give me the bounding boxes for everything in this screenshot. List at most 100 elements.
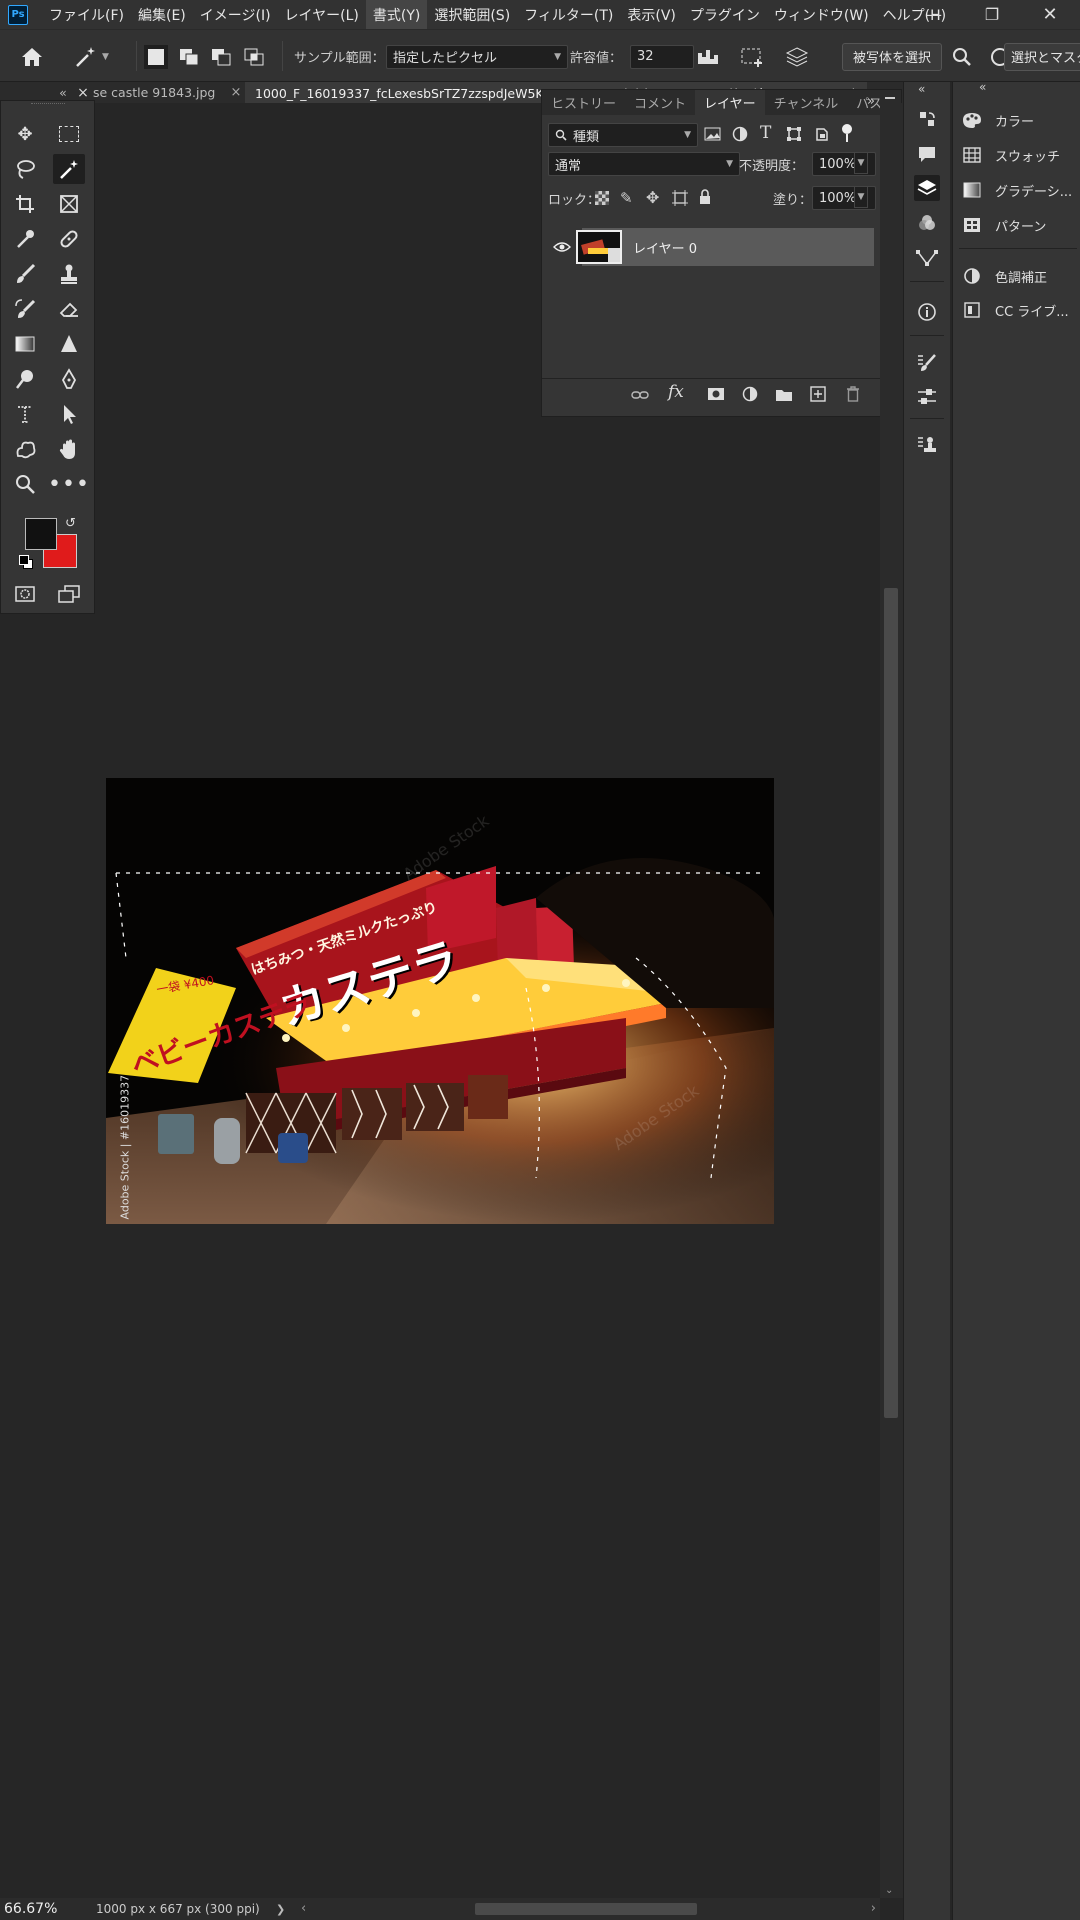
tab-layers[interactable]: レイヤー [695, 90, 765, 115]
scroll-right-icon[interactable]: › [871, 1901, 876, 1916]
intersect-selection-icon[interactable] [243, 30, 265, 83]
delete-layer-trash-icon[interactable] [846, 386, 860, 402]
crop-tool-icon[interactable] [9, 189, 41, 219]
hand-tool-icon[interactable] [53, 434, 85, 464]
panel-patterns[interactable]: パターン [961, 212, 1079, 238]
type-tool-icon[interactable] [9, 399, 41, 429]
menu-layer[interactable]: レイヤー(L) [278, 0, 366, 29]
lasso-tool-icon[interactable] [9, 154, 41, 184]
lock-all-icon[interactable] [698, 189, 712, 205]
clone-stamp-tool-icon[interactable] [53, 259, 85, 289]
panel-gradients[interactable]: グラデーシ... [961, 177, 1079, 203]
zoom-level[interactable]: 66.67% [0, 1901, 96, 1917]
search-icon[interactable] [952, 30, 972, 83]
lock-artboard-icon[interactable] [672, 190, 688, 206]
select-and-mask-button[interactable]: 選択とマスク... [1004, 42, 1080, 71]
tab-channels[interactable]: チャンネル [765, 90, 848, 115]
contiguous-icon[interactable] [740, 30, 768, 83]
menu-type[interactable]: 書式(Y) [365, 0, 428, 29]
home-icon[interactable] [20, 30, 44, 83]
brush-settings-icon[interactable] [914, 350, 940, 376]
vertical-scrollbar[interactable]: ⌄ [880, 103, 903, 1898]
menu-file[interactable]: ファイル(F) [42, 0, 131, 29]
dodge-tool-icon[interactable] [9, 364, 41, 394]
blur-tool-icon[interactable] [53, 329, 85, 359]
more-tools-icon[interactable]: ••• [48, 469, 89, 499]
healing-brush-tool-icon[interactable] [53, 224, 85, 254]
layer-style-fx-icon[interactable]: fx [668, 382, 684, 402]
fill-dropdown-icon[interactable]: ▼ [854, 186, 868, 208]
panel-swatches[interactable]: スウォッチ [961, 142, 1079, 168]
default-colors-icon[interactable] [19, 555, 33, 569]
horizontal-scrollbar[interactable]: ‹ › [293, 1898, 880, 1920]
move-tool-icon[interactable]: ✥ [9, 119, 41, 149]
tab-castle[interactable]: se castle 91843.jpg [93, 82, 233, 103]
select-subject-button[interactable]: 被写体を選択 [842, 42, 943, 71]
layer-filter-select[interactable]: 種類 ▼ [548, 123, 698, 147]
panel-color[interactable]: カラー [961, 107, 1079, 133]
scroll-left-icon[interactable]: ‹ [301, 1901, 306, 1916]
sample-all-layers-icon[interactable] [784, 30, 810, 83]
vertical-scrollbar-thumb[interactable] [884, 588, 898, 1418]
custom-shape-tool-icon[interactable] [9, 434, 41, 464]
new-layer-icon[interactable] [810, 386, 826, 402]
adjustment-layer-icon[interactable] [742, 386, 760, 402]
marquee-tool-icon[interactable] [53, 119, 85, 149]
menu-filter[interactable]: フィルター(T) [517, 0, 620, 29]
opacity-dropdown-icon[interactable]: ▼ [854, 152, 868, 174]
panel-adjustments[interactable]: 色調補正 [961, 263, 1079, 289]
path-selection-tool-icon[interactable] [53, 399, 85, 429]
link-layers-icon[interactable] [631, 387, 649, 405]
screen-mode-icon[interactable] [53, 579, 85, 609]
new-group-folder-icon[interactable] [775, 387, 793, 401]
lock-image-pixels-icon[interactable]: ✎ [620, 189, 633, 207]
layer-row[interactable]: レイヤー 0 [576, 228, 874, 266]
tolerance-input[interactable]: 32 [630, 44, 694, 69]
menu-edit[interactable]: 編集(E) [131, 0, 193, 29]
tab-history[interactable]: ヒストリー [542, 90, 625, 115]
channels-icon[interactable] [914, 210, 940, 236]
gradient-tool-icon[interactable] [9, 329, 41, 359]
sample-size-select[interactable]: 指定したピクセル ▼ [386, 44, 568, 69]
lock-position-icon[interactable]: ✥ [646, 188, 659, 207]
refine-edge-icon[interactable] [990, 30, 1004, 83]
history-icon[interactable] [914, 106, 940, 132]
quick-mask-icon[interactable] [9, 579, 41, 609]
brush-tool-icon[interactable] [9, 259, 41, 289]
swap-colors-icon[interactable]: ↺ [65, 516, 76, 531]
filter-toggle-icon[interactable] [842, 124, 852, 144]
new-selection-icon[interactable] [144, 30, 168, 83]
shape-filter-icon[interactable] [786, 126, 804, 142]
magic-wand-tool-icon[interactable] [53, 154, 85, 184]
frame-tool-icon[interactable] [53, 189, 85, 219]
menu-select[interactable]: 選択範囲(S) [427, 0, 517, 29]
add-mask-icon[interactable] [707, 386, 725, 402]
comments-icon[interactable] [914, 141, 940, 167]
scroll-down-icon[interactable]: ⌄ [885, 1885, 893, 1896]
add-to-selection-icon[interactable] [178, 30, 200, 83]
panel-cc-libraries[interactable]: CC ライブ... [961, 297, 1079, 323]
menu-view[interactable]: 表示(V) [620, 0, 683, 29]
eraser-tool-icon[interactable] [53, 294, 85, 324]
info-icon[interactable] [914, 299, 940, 325]
clone-source-icon[interactable] [914, 432, 940, 458]
zoom-tool-icon[interactable] [9, 469, 41, 499]
menu-window[interactable]: ウィンドウ(W) [767, 0, 876, 29]
collapse-dock-icon[interactable]: « [979, 80, 986, 94]
anti-alias-icon[interactable] [696, 30, 722, 83]
type-filter-icon[interactable]: T [760, 123, 771, 143]
minimize-button[interactable]: — [905, 0, 963, 29]
magic-wand-tool-icon[interactable]: ▼ [74, 30, 109, 83]
blend-mode-select[interactable]: 通常 ▼ [548, 152, 740, 176]
image-filter-icon[interactable] [704, 126, 722, 142]
menu-image[interactable]: イメージ(I) [193, 0, 278, 29]
tab-comments[interactable]: コメント [625, 90, 695, 115]
menu-plugins[interactable]: プラグイン [683, 0, 767, 29]
close-tab-icon[interactable]: × [232, 82, 240, 103]
history-brush-tool-icon[interactable] [9, 294, 41, 324]
layers-icon[interactable] [914, 175, 940, 201]
status-arrow-icon[interactable]: ❯ [276, 1903, 285, 1916]
tool-presets-icon[interactable] [914, 384, 940, 410]
close-window-button[interactable]: ✕ [1021, 0, 1079, 29]
paths-icon[interactable] [914, 245, 940, 271]
